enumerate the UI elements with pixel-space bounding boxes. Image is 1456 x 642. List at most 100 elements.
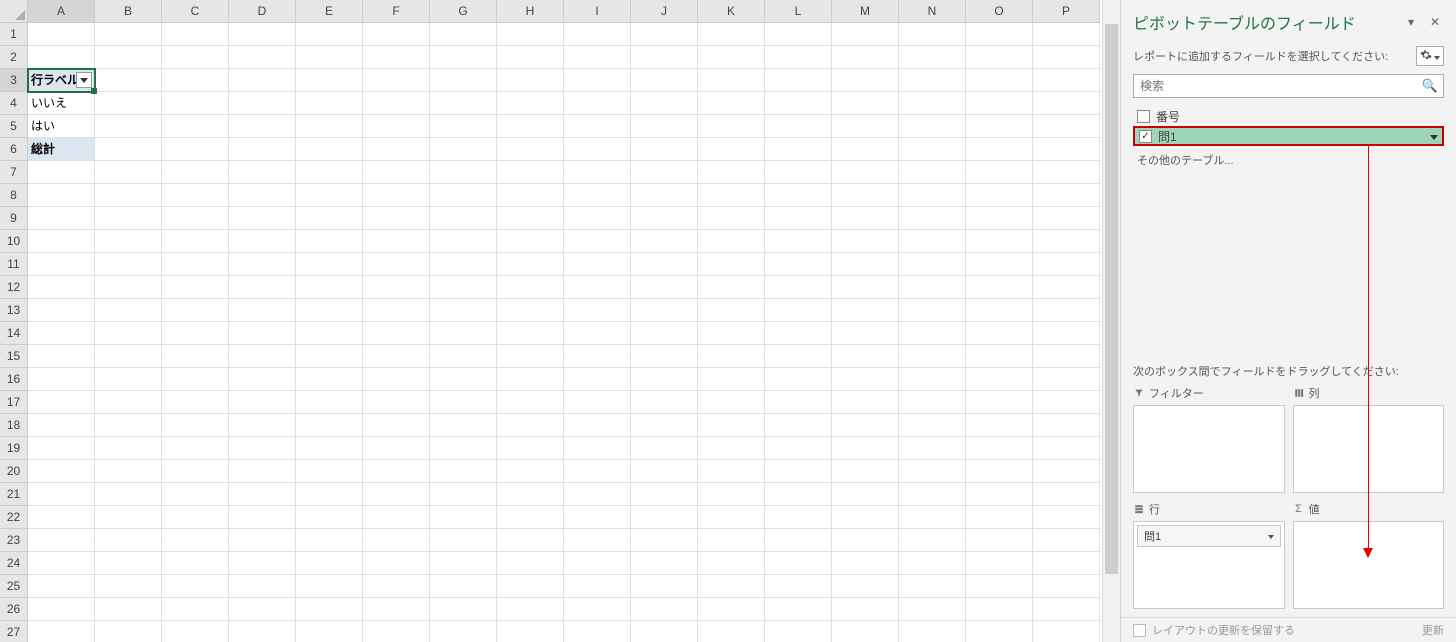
cell[interactable]: [296, 230, 363, 253]
row-header[interactable]: 22: [0, 506, 28, 529]
cell[interactable]: [832, 506, 899, 529]
cell[interactable]: [497, 184, 564, 207]
cell[interactable]: [899, 138, 966, 161]
cell[interactable]: [363, 322, 430, 345]
cell[interactable]: [631, 414, 698, 437]
cell[interactable]: [28, 391, 95, 414]
cell[interactable]: [28, 598, 95, 621]
cell[interactable]: [497, 368, 564, 391]
cell[interactable]: [28, 322, 95, 345]
cell[interactable]: [698, 598, 765, 621]
cell[interactable]: [698, 276, 765, 299]
cell[interactable]: [229, 529, 296, 552]
cell[interactable]: [631, 276, 698, 299]
cell[interactable]: [765, 506, 832, 529]
filters-dropzone[interactable]: [1133, 405, 1285, 493]
cell[interactable]: [162, 414, 229, 437]
cell[interactable]: [430, 276, 497, 299]
cell[interactable]: [363, 575, 430, 598]
column-header[interactable]: J: [631, 0, 698, 23]
cell[interactable]: [296, 138, 363, 161]
cell[interactable]: [430, 69, 497, 92]
cell[interactable]: 行ラベル: [28, 69, 95, 92]
cell[interactable]: [564, 276, 631, 299]
cell[interactable]: [229, 230, 296, 253]
cell[interactable]: [229, 391, 296, 414]
column-header[interactable]: D: [229, 0, 296, 23]
cell[interactable]: [95, 598, 162, 621]
cell[interactable]: [1033, 483, 1100, 506]
cell[interactable]: [162, 598, 229, 621]
cell[interactable]: [765, 161, 832, 184]
cell[interactable]: [363, 230, 430, 253]
cell[interactable]: [832, 23, 899, 46]
row-header[interactable]: 27: [0, 621, 28, 642]
cell[interactable]: [296, 391, 363, 414]
cell[interactable]: [564, 368, 631, 391]
cell[interactable]: [832, 414, 899, 437]
cell[interactable]: [95, 230, 162, 253]
cell[interactable]: [28, 483, 95, 506]
cell[interactable]: [765, 621, 832, 642]
cell[interactable]: [430, 46, 497, 69]
cell[interactable]: [28, 575, 95, 598]
cell[interactable]: [966, 253, 1033, 276]
cell[interactable]: [296, 368, 363, 391]
row-header[interactable]: 7: [0, 161, 28, 184]
cell[interactable]: [95, 529, 162, 552]
cell[interactable]: [162, 506, 229, 529]
row-header[interactable]: 18: [0, 414, 28, 437]
cell[interactable]: [430, 345, 497, 368]
cell[interactable]: [296, 276, 363, 299]
cell[interactable]: [966, 368, 1033, 391]
cell[interactable]: [95, 575, 162, 598]
cell[interactable]: [497, 115, 564, 138]
row-header[interactable]: 21: [0, 483, 28, 506]
cell[interactable]: [296, 506, 363, 529]
row-header[interactable]: 13: [0, 299, 28, 322]
cell[interactable]: [430, 230, 497, 253]
cell[interactable]: [564, 138, 631, 161]
cell[interactable]: [631, 69, 698, 92]
cell[interactable]: [698, 345, 765, 368]
columns-dropzone[interactable]: [1293, 405, 1445, 493]
cell[interactable]: [430, 483, 497, 506]
cell[interactable]: [765, 414, 832, 437]
cell[interactable]: [296, 115, 363, 138]
cell[interactable]: [229, 368, 296, 391]
cell[interactable]: [229, 621, 296, 642]
cell[interactable]: [899, 46, 966, 69]
cell[interactable]: [162, 23, 229, 46]
cell[interactable]: [229, 322, 296, 345]
cell[interactable]: [229, 92, 296, 115]
cell[interactable]: [698, 69, 765, 92]
scrollbar-thumb[interactable]: [1105, 24, 1118, 574]
cell[interactable]: [966, 207, 1033, 230]
cell[interactable]: [497, 161, 564, 184]
cell[interactable]: [966, 138, 1033, 161]
cell[interactable]: [430, 115, 497, 138]
row-header[interactable]: 10: [0, 230, 28, 253]
cell[interactable]: [430, 391, 497, 414]
cell[interactable]: [832, 161, 899, 184]
cell[interactable]: [698, 46, 765, 69]
field-item-toi1[interactable]: 問1: [1133, 126, 1444, 146]
row-header[interactable]: 4: [0, 92, 28, 115]
cell[interactable]: [28, 184, 95, 207]
cell[interactable]: [296, 460, 363, 483]
cell[interactable]: [28, 460, 95, 483]
cell[interactable]: [899, 598, 966, 621]
cell[interactable]: [296, 92, 363, 115]
cell[interactable]: [899, 391, 966, 414]
cell[interactable]: [497, 506, 564, 529]
cell[interactable]: [28, 437, 95, 460]
cell[interactable]: [966, 483, 1033, 506]
cell[interactable]: [162, 552, 229, 575]
cell[interactable]: [430, 460, 497, 483]
cell[interactable]: [363, 115, 430, 138]
cell[interactable]: [631, 253, 698, 276]
cell[interactable]: [162, 529, 229, 552]
cell[interactable]: [95, 253, 162, 276]
cell[interactable]: [497, 299, 564, 322]
cell[interactable]: [899, 460, 966, 483]
